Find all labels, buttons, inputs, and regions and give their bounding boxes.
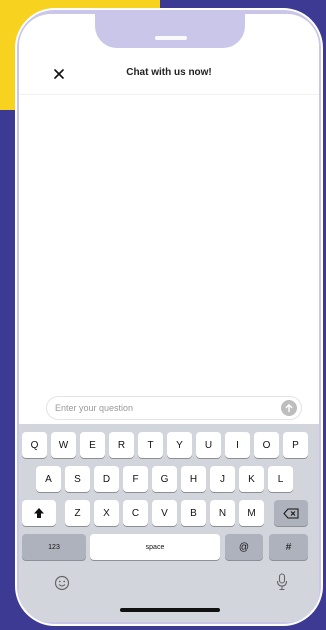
numbers-key[interactable]: 123 xyxy=(22,534,86,560)
key-u[interactable]: U xyxy=(196,432,221,458)
key-w[interactable]: W xyxy=(51,432,76,458)
key-n[interactable]: N xyxy=(210,500,235,526)
key-j[interactable]: J xyxy=(210,466,235,492)
key-v[interactable]: V xyxy=(152,500,177,526)
key-e[interactable]: E xyxy=(80,432,105,458)
key-k[interactable]: K xyxy=(239,466,264,492)
keyboard-bottom-bar xyxy=(19,566,319,622)
key-a[interactable]: A xyxy=(36,466,61,492)
key-o[interactable]: O xyxy=(254,432,279,458)
chat-title: Chat with us now! xyxy=(126,67,212,78)
key-i[interactable]: I xyxy=(225,432,250,458)
key-z[interactable]: Z xyxy=(65,500,90,526)
key-h[interactable]: H xyxy=(181,466,206,492)
phone-notch xyxy=(95,14,245,48)
backspace-icon xyxy=(283,508,299,518)
chat-header: Chat with us now! xyxy=(19,64,319,88)
key-c[interactable]: C xyxy=(123,500,148,526)
key-y[interactable]: Y xyxy=(167,432,192,458)
question-input[interactable] xyxy=(55,400,265,416)
send-button[interactable] xyxy=(281,400,297,416)
hash-key[interactable]: # xyxy=(269,534,308,560)
shift-key[interactable] xyxy=(22,500,56,526)
at-key[interactable]: @ xyxy=(225,534,263,560)
key-m[interactable]: M xyxy=(239,500,264,526)
chat-message-area xyxy=(19,95,319,385)
space-key[interactable]: space xyxy=(90,534,220,560)
dictation-button[interactable] xyxy=(275,572,289,592)
key-t[interactable]: T xyxy=(138,432,163,458)
key-d[interactable]: D xyxy=(94,466,119,492)
shift-icon xyxy=(34,508,44,518)
home-indicator xyxy=(120,608,220,612)
question-input-container xyxy=(46,396,302,420)
backspace-key[interactable] xyxy=(274,500,308,526)
key-q[interactable]: Q xyxy=(22,432,47,458)
emoji-button[interactable] xyxy=(53,574,71,592)
key-l[interactable]: L xyxy=(268,466,293,492)
key-r[interactable]: R xyxy=(109,432,134,458)
microphone-icon xyxy=(276,573,288,591)
phone-screen: Chat with us now! Q W E R T Y U I O P A … xyxy=(19,14,319,622)
key-p[interactable]: P xyxy=(283,432,308,458)
key-f[interactable]: F xyxy=(123,466,148,492)
emoji-icon xyxy=(54,575,70,591)
send-arrow-icon xyxy=(285,404,293,413)
key-g[interactable]: G xyxy=(152,466,177,492)
key-s[interactable]: S xyxy=(65,466,90,492)
speaker-grille xyxy=(155,36,187,40)
key-x[interactable]: X xyxy=(94,500,119,526)
key-b[interactable]: B xyxy=(181,500,206,526)
